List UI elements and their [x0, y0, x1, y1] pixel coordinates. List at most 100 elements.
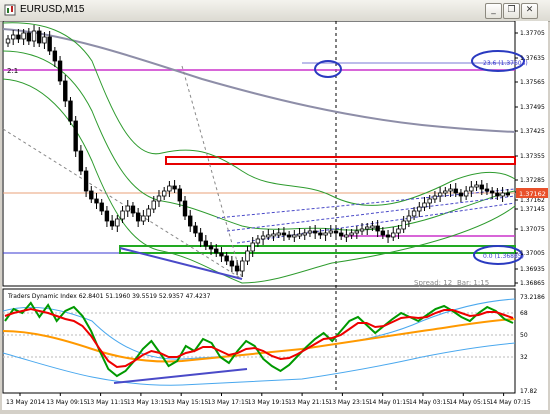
indicator-label: Traders Dynamic Index 62.8401 51.1960 39…	[7, 293, 211, 300]
price-tick-label: 1.37565	[520, 79, 545, 86]
candle-body	[312, 230, 318, 234]
title-bar[interactable]: EURUSD,M15 _ ❐ ✕	[0, 0, 550, 22]
candle-body	[130, 205, 136, 214]
candle-body	[469, 186, 474, 192]
price-tick-label: 1.37075	[520, 226, 545, 233]
candle-body	[5, 38, 11, 44]
candle-body	[411, 210, 417, 217]
candle-body	[307, 230, 313, 234]
candle-body	[167, 185, 172, 192]
candle-body	[240, 260, 245, 272]
candle-body	[344, 234, 349, 238]
time-tick-label: 13 May 2014	[6, 399, 45, 406]
time-tick-label: 13 May 13:15	[127, 399, 168, 406]
chart-window: EURUSD,M15 _ ❐ ✕ 2:1 23.6 (1.37604) 0.0 …	[0, 0, 550, 412]
candle-body	[104, 210, 110, 222]
candle-body	[505, 192, 510, 196]
candle-body	[333, 230, 339, 234]
candle-body	[177, 188, 183, 202]
time-tick-label: 13 May 11:15	[87, 399, 128, 406]
chart-icon	[4, 4, 16, 16]
candle-body	[260, 235, 266, 240]
candle-body	[302, 232, 307, 236]
candle-body	[479, 184, 484, 190]
candle-body	[281, 232, 287, 236]
indicator-tick-label: 73.2186	[520, 294, 545, 301]
price-tick-label: 1.37005	[520, 250, 545, 257]
candle-body	[318, 232, 323, 236]
candle-body	[68, 100, 73, 122]
candle-body	[495, 192, 500, 197]
candle-body	[11, 34, 16, 40]
candle-body	[21, 32, 26, 40]
candle-body	[385, 234, 391, 238]
candle-body	[73, 120, 78, 152]
candle-body	[151, 200, 156, 210]
time-tick-label: 14 May 07:15	[490, 399, 531, 406]
close-button[interactable]: ✕	[521, 3, 538, 19]
candle-body	[94, 198, 99, 204]
candle-body	[453, 188, 458, 194]
candle-body	[255, 238, 261, 244]
time-axis: 13 May 2014 13 May 09:15 13 May 11:15 13 Ma…	[6, 393, 531, 406]
candle-body	[448, 188, 453, 192]
candle-body	[208, 245, 214, 250]
restore-button[interactable]: ❐	[503, 3, 520, 19]
candle-body	[391, 232, 396, 238]
candle-body	[417, 206, 422, 212]
candle-body	[271, 233, 276, 237]
indicator-tick-label: 17.82	[520, 388, 537, 395]
window-title: EURUSD,M15	[20, 4, 85, 15]
price-tick-label: 1.37285	[520, 177, 545, 184]
candle-body	[37, 30, 42, 44]
price-chart-svg[interactable]: 2:1 23.6 (1.37604) 0.0 (1.36885) Spread:…	[2, 20, 548, 410]
candle-body	[370, 225, 375, 229]
candle-body	[396, 228, 401, 234]
candle-body	[365, 226, 370, 230]
candle-body	[135, 212, 141, 222]
candle-body	[234, 265, 240, 272]
candle-body	[443, 190, 448, 194]
current-price-value: 1.37162	[519, 190, 546, 198]
candle-body	[354, 230, 360, 234]
candle-body	[500, 192, 505, 197]
candle-body	[203, 240, 209, 247]
candle-body	[16, 34, 21, 40]
candle-body	[359, 228, 365, 232]
price-tick-label: 1.37145	[520, 206, 545, 213]
bar-timer-label: Bar: 1:15	[457, 279, 489, 287]
candle-body	[401, 220, 406, 230]
candle-body	[172, 185, 177, 190]
candle-body	[193, 225, 198, 234]
time-tick-label: 14 May 03:15	[409, 399, 450, 406]
time-tick-label: 13 May 09:15	[46, 399, 87, 406]
candle-body	[229, 260, 235, 267]
candle-body	[432, 195, 438, 200]
time-tick-label: 14 May 05:15	[449, 399, 490, 406]
candle-body	[463, 190, 469, 197]
price-tick-label: 1.37635	[520, 55, 545, 62]
candle-body	[406, 215, 412, 222]
candle-body	[297, 233, 302, 237]
price-tick-label: 1.37705	[520, 30, 545, 37]
left-edge-label: 2:1	[7, 67, 18, 75]
time-tick-label: 13 May 23:15	[328, 399, 369, 406]
candle-body	[338, 232, 344, 237]
candle-body	[47, 36, 52, 52]
candle-body	[156, 195, 162, 202]
candle-body	[78, 150, 84, 172]
minimize-button[interactable]: _	[485, 3, 502, 19]
time-tick-label: 13 May 21:15	[288, 399, 329, 406]
chart-canvas[interactable]: 2:1 23.6 (1.37604) 0.0 (1.36885) Spread:…	[2, 20, 548, 410]
indicator-tick-label: 32	[520, 354, 528, 361]
candle-body	[188, 215, 193, 227]
candle-body	[484, 188, 490, 192]
candle-body	[57, 60, 63, 82]
candle-body	[182, 200, 188, 217]
price-axis: 1.37705 1.37635 1.37565 1.37495 1.37425 1.373…	[515, 30, 545, 287]
price-tick-label: 1.36865	[520, 280, 545, 287]
candle-body	[427, 198, 432, 204]
candle-body	[120, 210, 125, 220]
price-tick-label: 1.36935	[520, 266, 545, 273]
candle-body	[245, 250, 250, 262]
